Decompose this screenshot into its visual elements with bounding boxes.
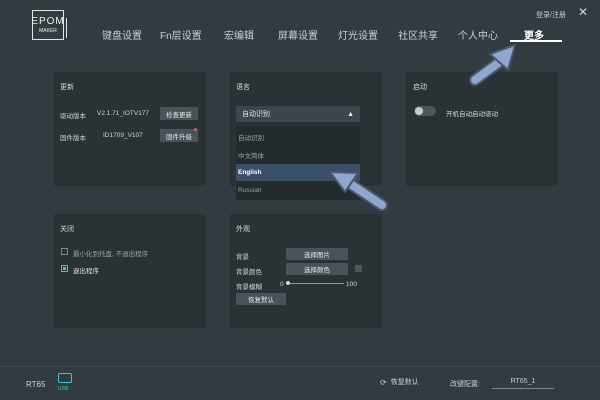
pointer-arrow-icon [329, 44, 516, 211]
arrow-to-english-option [329, 171, 388, 211]
arrow-to-more-tab [469, 44, 516, 86]
